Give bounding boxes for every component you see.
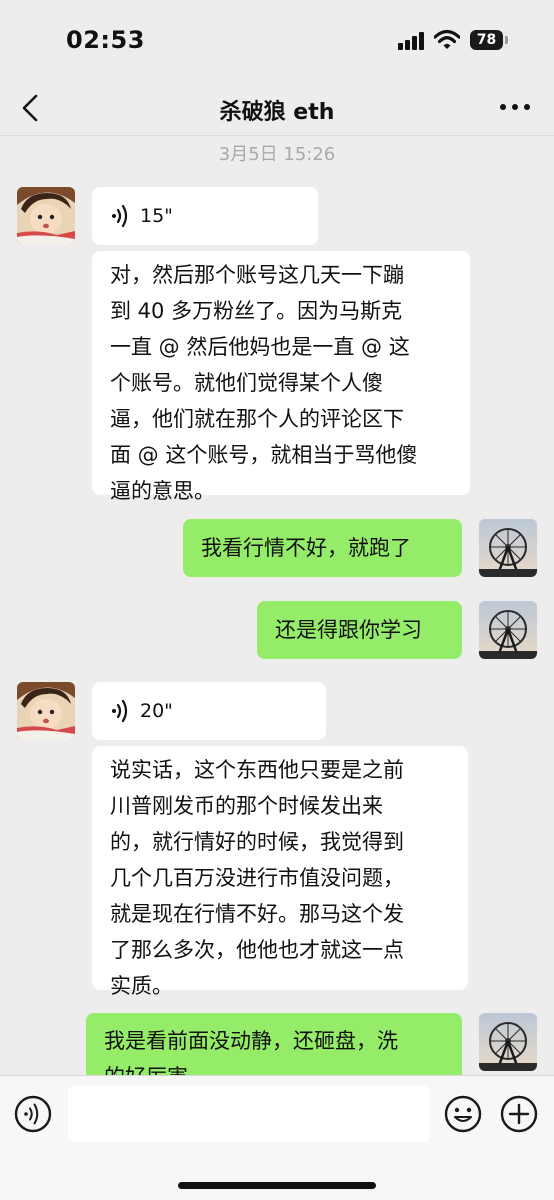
message-text: 还是得跟你学习 [275, 618, 422, 642]
message-line: 对，然后那个账号这几天一下蹦 [110, 263, 404, 287]
contact-avatar[interactable] [17, 682, 75, 740]
emoji-button[interactable] [444, 1095, 482, 1133]
my-avatar[interactable] [479, 601, 537, 659]
contact-avatar[interactable] [17, 187, 75, 245]
ferris-wheel-avatar-image [479, 519, 537, 577]
contact-avatar-image [17, 187, 75, 245]
status-time: 02:53 [66, 26, 145, 54]
home-indicator [178, 1182, 376, 1189]
voice-duration: 15" [140, 205, 173, 227]
message-line: 的，就行情好的时候，我觉得到 [110, 830, 404, 854]
text-message-bubble[interactable]: 对，然后那个账号这几天一下蹦 到 40 多万粉丝了。因为马斯克 一直 @ 然后他… [92, 251, 470, 503]
my-avatar[interactable] [479, 1013, 537, 1071]
message-line: 就是现在行情不好。那马这个发 [110, 902, 404, 926]
outgoing-message-bubble[interactable]: 我看行情不好，就跑了 [183, 519, 462, 577]
ferris-wheel-avatar-image [479, 601, 537, 659]
more-button[interactable] [498, 94, 532, 120]
message-timestamp: 3月5日 15:26 [218, 144, 336, 165]
text-message-bubble[interactable]: 说实话，这个东西他只要是之前 川普刚发币的那个时候发出来 的，就行情好的时候，我… [92, 746, 468, 998]
message-line: 实质。 [110, 974, 173, 998]
voice-duration: 20" [140, 700, 173, 722]
voice-message-bubble[interactable]: 15" [92, 187, 318, 245]
message-line: 面 @ 这个账号，就相当于骂他傻 [110, 443, 418, 467]
message-line: 逼，他们就在那个人的评论区下 [110, 407, 404, 431]
my-avatar[interactable] [479, 519, 537, 577]
message-line: 到 40 多万粉丝了。因为马斯克 [110, 299, 403, 323]
battery-icon: 78 [470, 30, 508, 50]
message-text: 我看行情不好，就跑了 [201, 536, 411, 560]
battery-level: 78 [470, 30, 503, 50]
plus-button[interactable] [500, 1095, 538, 1133]
message-line: 几个几百万没进行市值没问题， [110, 866, 404, 890]
input-bar [0, 1075, 554, 1200]
voice-wave-icon [112, 699, 128, 723]
outgoing-message-bubble[interactable]: 还是得跟你学习 [257, 601, 462, 659]
nav-bar: 杀破狼 eth [0, 80, 554, 136]
voice-input-toggle[interactable] [14, 1095, 52, 1133]
cellular-signal-icon [398, 32, 424, 50]
message-line: 川普刚发币的那个时候发出来 [110, 794, 383, 818]
voice-wave-icon [112, 204, 128, 228]
message-line: 了那么多次，他他也才就这一点 [110, 938, 404, 962]
chat-title: 杀破狼 eth [219, 100, 335, 125]
contact-avatar-image [17, 682, 75, 740]
message-line: 个账号。就他们觉得某个人傻 [110, 371, 383, 395]
message-line: 一直 @ 然后他妈也是一直 @ 这 [110, 335, 410, 359]
wifi-icon [434, 29, 460, 49]
ferris-wheel-avatar-image [479, 1013, 537, 1071]
message-line: 说实话，这个东西他只要是之前 [110, 758, 404, 782]
message-line: 我是看前面没动静，还砸盘，洗 [104, 1029, 398, 1053]
status-bar: 02:53 78 [0, 0, 554, 80]
message-input[interactable] [68, 1086, 430, 1142]
voice-message-bubble[interactable]: 20" [92, 682, 326, 740]
message-line: 逼的意思。 [110, 479, 215, 503]
